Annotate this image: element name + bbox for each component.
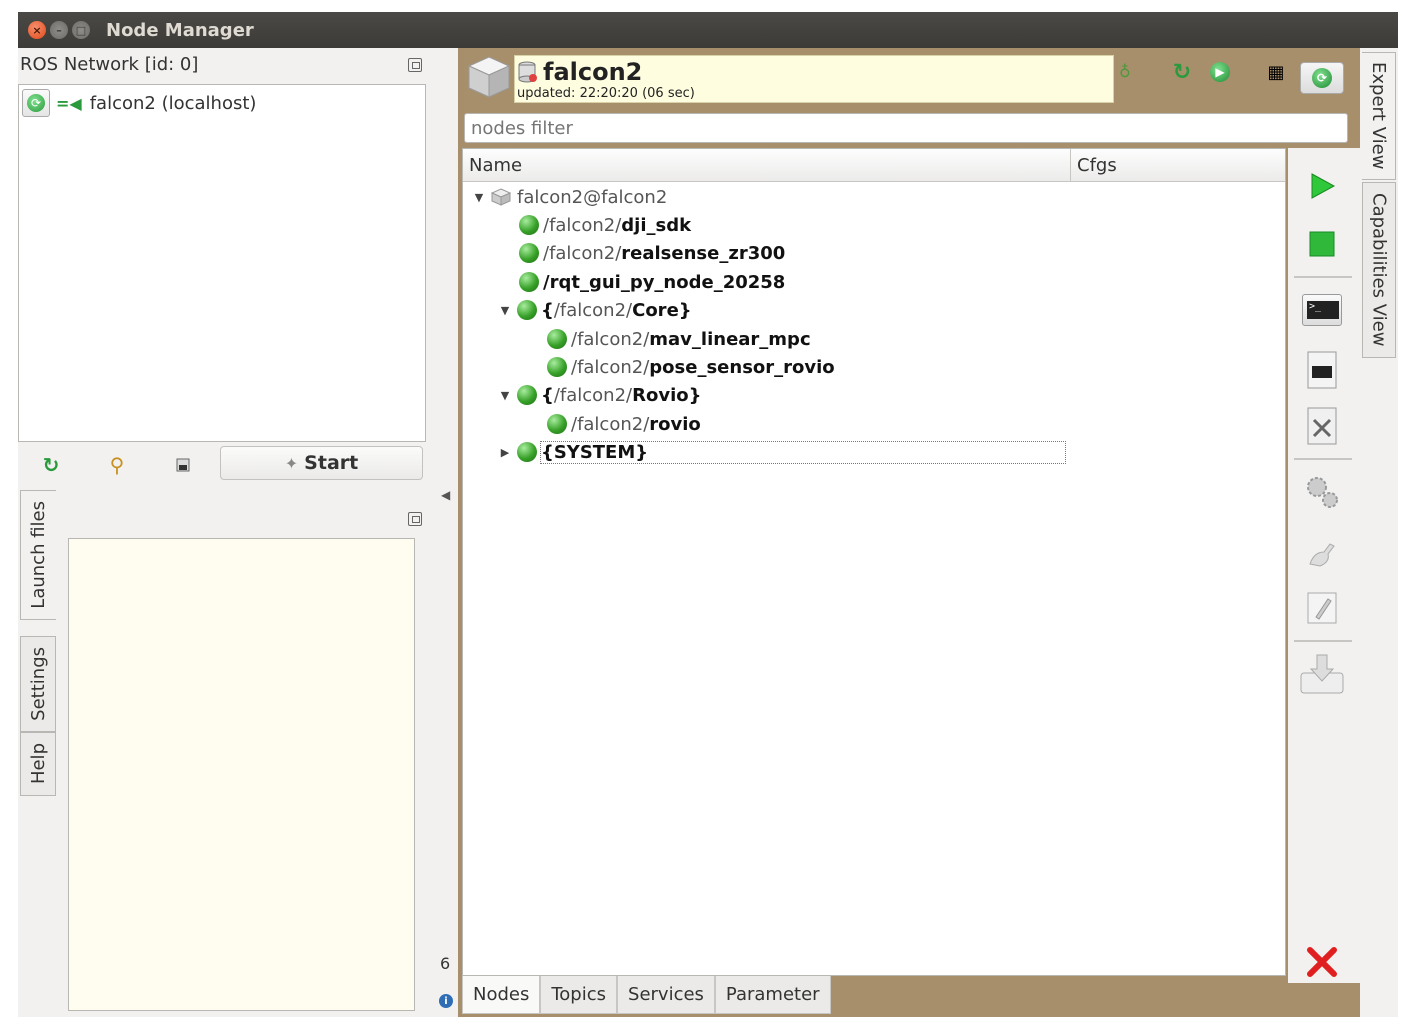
user-icon[interactable]: ♁ [1119,62,1131,81]
node-manager-window: × – □ Node Manager ROS Network [id: 0] ⟳… [18,12,1398,1017]
tree-row-group[interactable]: ▶ {SYSTEM} [497,438,1066,466]
delete-log-icon[interactable] [1300,404,1344,448]
undock-icon[interactable] [408,58,422,72]
start-button[interactable]: ✦ Start [220,446,423,480]
reload-icon[interactable]: ↻ [1168,58,1196,86]
grid-icon[interactable]: ▦ [1262,58,1290,86]
tree-row-node[interactable]: /falcon2/rovio [547,410,701,438]
tab-capabilities-view[interactable]: Capabilities View [1362,182,1396,358]
running-status-icon [519,215,539,235]
running-status-icon [517,385,537,405]
host-name: falcon2 [543,58,643,86]
sync-icon[interactable]: ⟳ [22,89,50,117]
tree-header: Name Cfgs [463,149,1285,182]
tree-row-node[interactable]: /falcon2/realsense_zr300 [519,239,785,267]
screen-log-icon[interactable] [1300,348,1344,392]
host-header: falcon2 updated: 22:20:20 (06 sec) ♁ [514,55,1131,103]
tab-help[interactable]: Help [20,732,56,796]
star-icon: ✦ [284,453,299,473]
system-group-label: {SYSTEM} [540,440,1066,464]
tree-row-node[interactable]: /falcon2/pose_sensor_rovio [547,353,835,381]
start-button-label: Start [304,452,359,474]
gears-icon[interactable] [1300,470,1344,514]
window-minimize-icon[interactable]: – [50,21,68,39]
host-icon [491,188,511,206]
edit-icon[interactable] [1300,586,1344,630]
tab-topics[interactable]: Topics [540,976,618,1014]
tree-row-node[interactable]: / rqt_gui_py_node_20258 [519,268,785,296]
expand-arrow-icon[interactable]: ▼ [471,191,487,204]
tab-launch-files[interactable]: Launch files [20,490,56,620]
tab-services[interactable]: Services [617,976,715,1014]
play-circle-icon[interactable]: ▶ [1206,58,1234,86]
right-view-tabs: Expert View Capabilities View [1360,48,1398,1017]
tree-root-row[interactable]: ▼ falcon2@falcon2 [471,183,668,211]
tab-settings[interactable]: Settings [20,636,56,732]
undock-launch-icon[interactable] [408,512,422,526]
running-status-icon [547,357,567,377]
window-close-icon[interactable]: × [28,21,46,39]
window-title: Node Manager [106,19,254,41]
left-toolbar: ↻ ⚲ ✦ Start [18,446,438,484]
collapsed-arrow-icon[interactable]: ▶ [497,446,513,459]
tab-expert-view[interactable]: Expert View [1362,52,1396,180]
running-status-icon [547,414,567,434]
terminal-icon[interactable] [1300,288,1344,332]
host-updated: updated: 22:20:20 (06 sec) [517,86,695,101]
sync-button[interactable]: ⟳ [1300,62,1344,94]
stop-node-icon[interactable] [1300,222,1344,266]
running-status-icon [519,243,539,263]
host-panel: falcon2 updated: 22:20:20 (06 sec) ♁ ↻ ▶… [458,48,1360,1017]
tree-row-group[interactable]: ▼ {/falcon2/Rovio} [497,381,702,409]
info-icon[interactable]: i [439,994,453,1008]
clean-brush-icon[interactable] [1300,530,1344,574]
save-icon[interactable] [170,452,196,478]
save-profile-icon[interactable] [1298,650,1346,698]
search-icon[interactable]: ⚲ [104,452,130,478]
host-cube-icon [467,56,511,98]
launch-files-area[interactable] [68,538,415,1011]
tree-root-label: falcon2@falcon2 [517,186,668,208]
column-name[interactable]: Name [469,155,522,176]
tree-row-group[interactable]: ▼ {/falcon2/Core} [497,296,692,324]
collapse-arrow-icon[interactable]: ◀ [441,488,450,502]
tree-row-node[interactable]: /falcon2/dji_sdk [519,211,691,239]
ros-network-list[interactable]: ⟳ =◀ falcon2 (localhost) [18,84,426,442]
tab-parameter[interactable]: Parameter [714,976,831,1014]
node-actions-toolbar [1288,148,1360,983]
running-status-icon [517,442,537,462]
nodes-filter-input[interactable] [464,113,1348,143]
ros-network-title: ROS Network [id: 0] [20,54,199,75]
running-status-icon [547,329,567,349]
close-icon[interactable] [1300,940,1344,984]
left-panel: ROS Network [id: 0] ⟳ =◀ falcon2 (localh… [18,48,458,1017]
tree-row-node[interactable]: /falcon2/mav_linear_mpc [547,325,811,353]
column-cfgs[interactable]: Cfgs [1077,155,1117,176]
window-maximize-icon[interactable]: □ [72,21,90,39]
tab-nodes[interactable]: Nodes [462,976,541,1014]
title-bar: × – □ Node Manager [18,12,1398,48]
host-list-item[interactable]: ⟳ =◀ falcon2 (localhost) [22,89,256,117]
expand-arrow-icon[interactable]: ▼ [497,304,513,317]
bottom-tab-bar: Nodes Topics Services Parameter [462,976,831,1014]
running-status-icon [517,300,537,320]
host-label: falcon2 (localhost) [89,92,257,114]
expand-arrow-icon[interactable]: ▼ [497,389,513,402]
running-status-icon [519,272,539,292]
refresh-icon[interactable]: ↻ [38,452,64,478]
database-icon [518,61,537,83]
start-node-icon[interactable] [1300,164,1344,208]
node-count: 6 [440,954,451,973]
nodes-tree[interactable]: Name Cfgs ▼ falcon2@falcon2 /falcon2/dji… [462,148,1286,976]
plug-icon: =◀ [56,93,82,113]
